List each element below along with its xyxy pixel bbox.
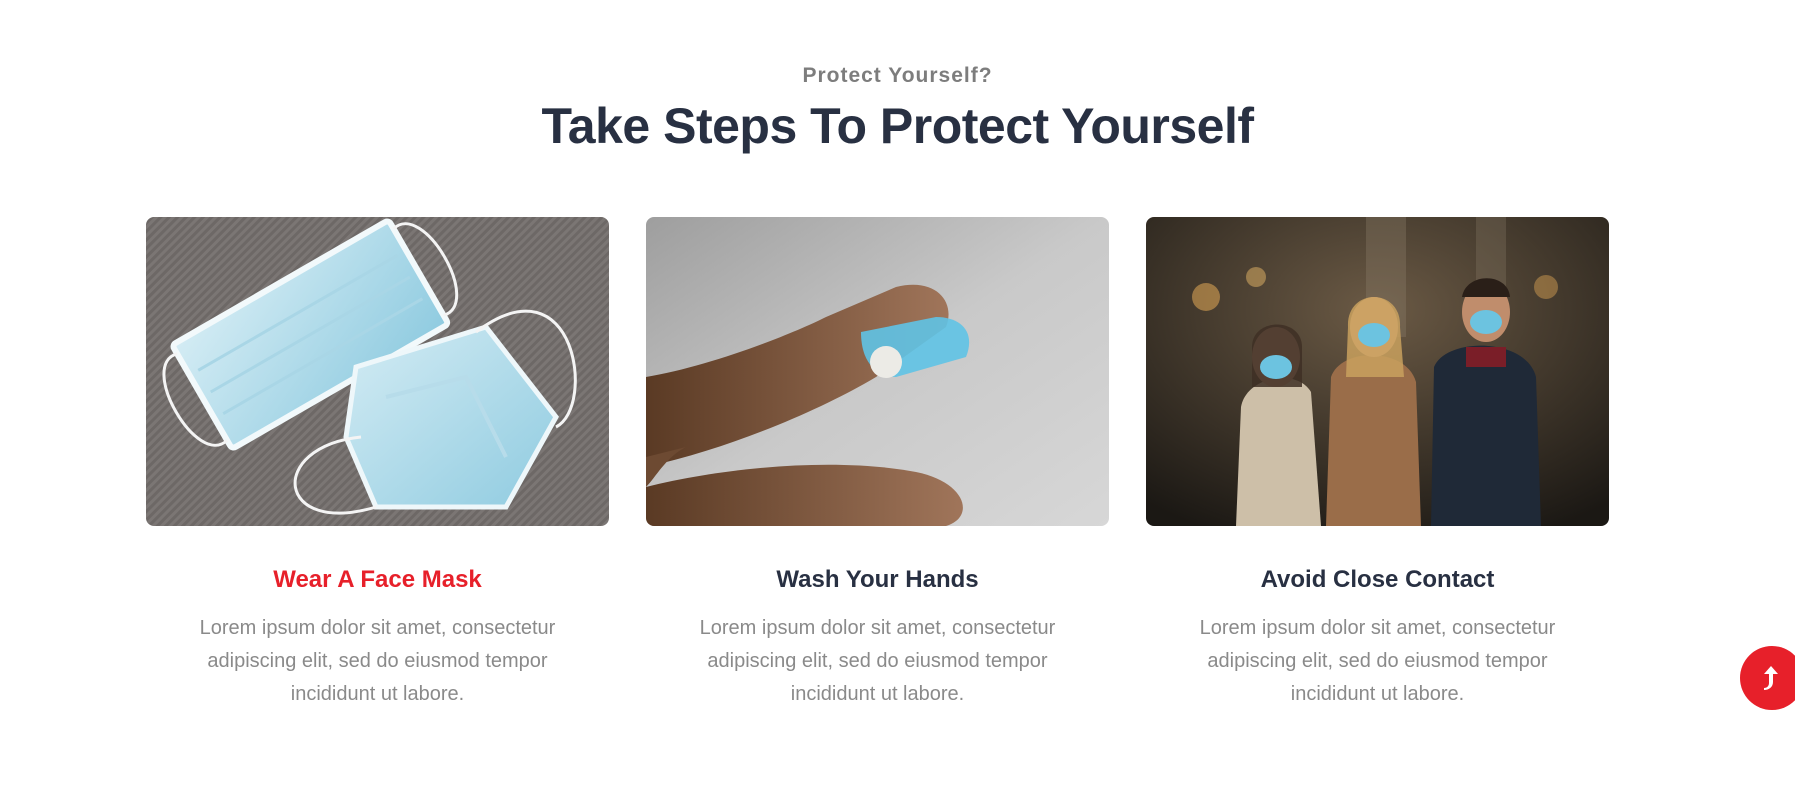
card-avoid-contact[interactable]: Avoid Close Contact Lorem ipsum dolor si… [1146,217,1609,711]
card-wash-hands[interactable]: Wash Your Hands Lorem ipsum dolor sit am… [646,217,1109,711]
scroll-to-top-button[interactable] [1740,646,1795,710]
card-description: Lorem ipsum dolor sit amet, consectetur … [1199,617,1556,705]
section-title: Take Steps To Protect Yourself [541,98,1254,154]
card-title[interactable]: Avoid Close Contact [1146,566,1609,594]
card-description: Lorem ipsum dolor sit amet, consectetur … [199,617,556,705]
section-subtitle: Protect Yourself? [802,64,993,87]
people-wearing-masks-photo [1146,217,1609,526]
card-title[interactable]: Wear A Face Mask [146,566,609,594]
protect-section: Protect Yourself? Take Steps To Protect … [0,0,1795,790]
card-title[interactable]: Wash Your Hands [646,566,1109,594]
arrow-up-icon [1764,666,1778,690]
card-face-mask[interactable]: Wear A Face Mask Lorem ipsum dolor sit a… [146,217,609,711]
card-description: Lorem ipsum dolor sit amet, consectetur … [699,617,1056,705]
hand-sanitizer-photo [646,217,1109,526]
face-mask-photo [146,217,609,526]
